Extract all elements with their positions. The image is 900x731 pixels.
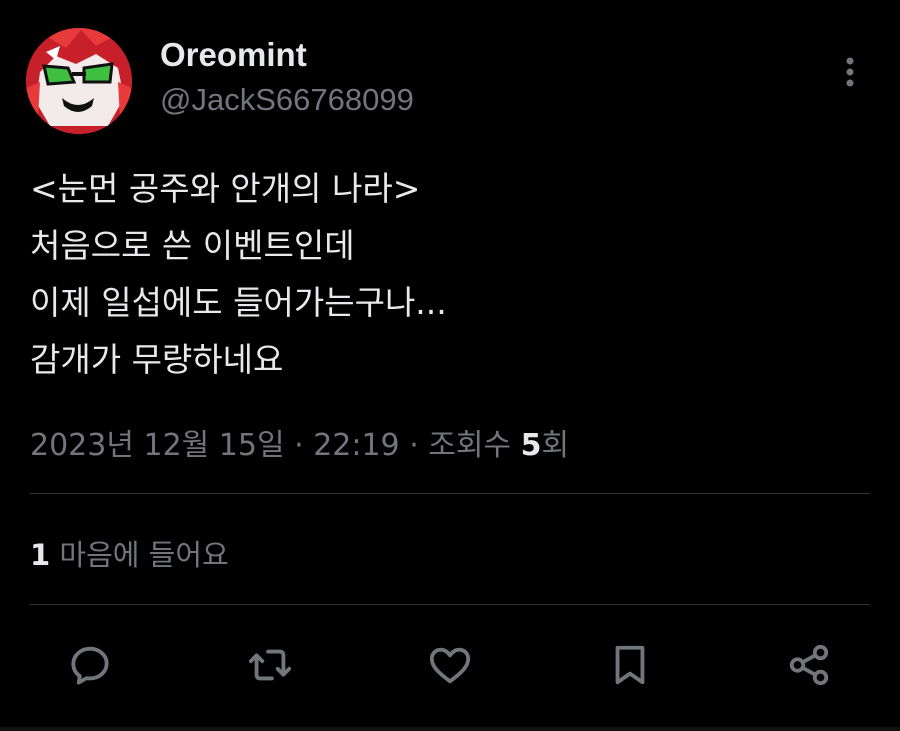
user-handle[interactable]: @JackS66768099	[160, 82, 414, 118]
likes-summary[interactable]: 1 마음에 들어요	[30, 532, 229, 574]
bottom-border	[0, 727, 900, 731]
retweet-button[interactable]	[243, 638, 297, 692]
likes-label: 마음에 들어요	[50, 538, 229, 572]
more-options-button[interactable]	[832, 52, 868, 92]
avatar-image	[26, 28, 132, 134]
views-suffix: 회	[541, 428, 570, 463]
like-icon	[429, 647, 471, 684]
bookmark-icon	[615, 645, 645, 685]
share-icon	[789, 644, 829, 686]
tweet-text-line: <눈먼 공주와 안개의 나라>	[30, 169, 421, 208]
retweet-icon	[248, 649, 292, 681]
tweet-date[interactable]: 2023년 12월 15일	[30, 428, 285, 463]
tweet-text-line: 처음으로 쓴 이벤트인데	[30, 226, 355, 265]
views-label: 조회수	[428, 428, 521, 463]
tweet-text-line: 이제 일섭에도 들어가는구나...	[30, 283, 447, 322]
like-button[interactable]	[423, 638, 477, 692]
bookmark-button[interactable]	[603, 638, 657, 692]
share-button[interactable]	[782, 638, 836, 692]
reply-button[interactable]	[63, 638, 117, 692]
divider	[30, 604, 870, 605]
tweet-meta: 2023년 12월 15일 · 22:19 · 조회수 5회	[30, 420, 569, 464]
meta-separator: ·	[399, 428, 429, 463]
views-count: 5	[520, 428, 542, 463]
more-vertical-icon	[846, 57, 854, 87]
reply-icon	[71, 646, 109, 685]
meta-separator: ·	[284, 428, 314, 463]
display-name[interactable]: Oreomint	[160, 36, 307, 74]
tweet-text: <눈먼 공주와 안개의 나라> 처음으로 쓴 이벤트인데 이제 일섭에도 들어가…	[30, 160, 870, 388]
tweet-time[interactable]: 22:19	[313, 428, 399, 463]
divider	[30, 493, 870, 494]
likes-count: 1	[30, 538, 51, 572]
tweet-text-line: 감개가 무량하네요	[30, 340, 284, 379]
avatar[interactable]	[26, 28, 132, 134]
